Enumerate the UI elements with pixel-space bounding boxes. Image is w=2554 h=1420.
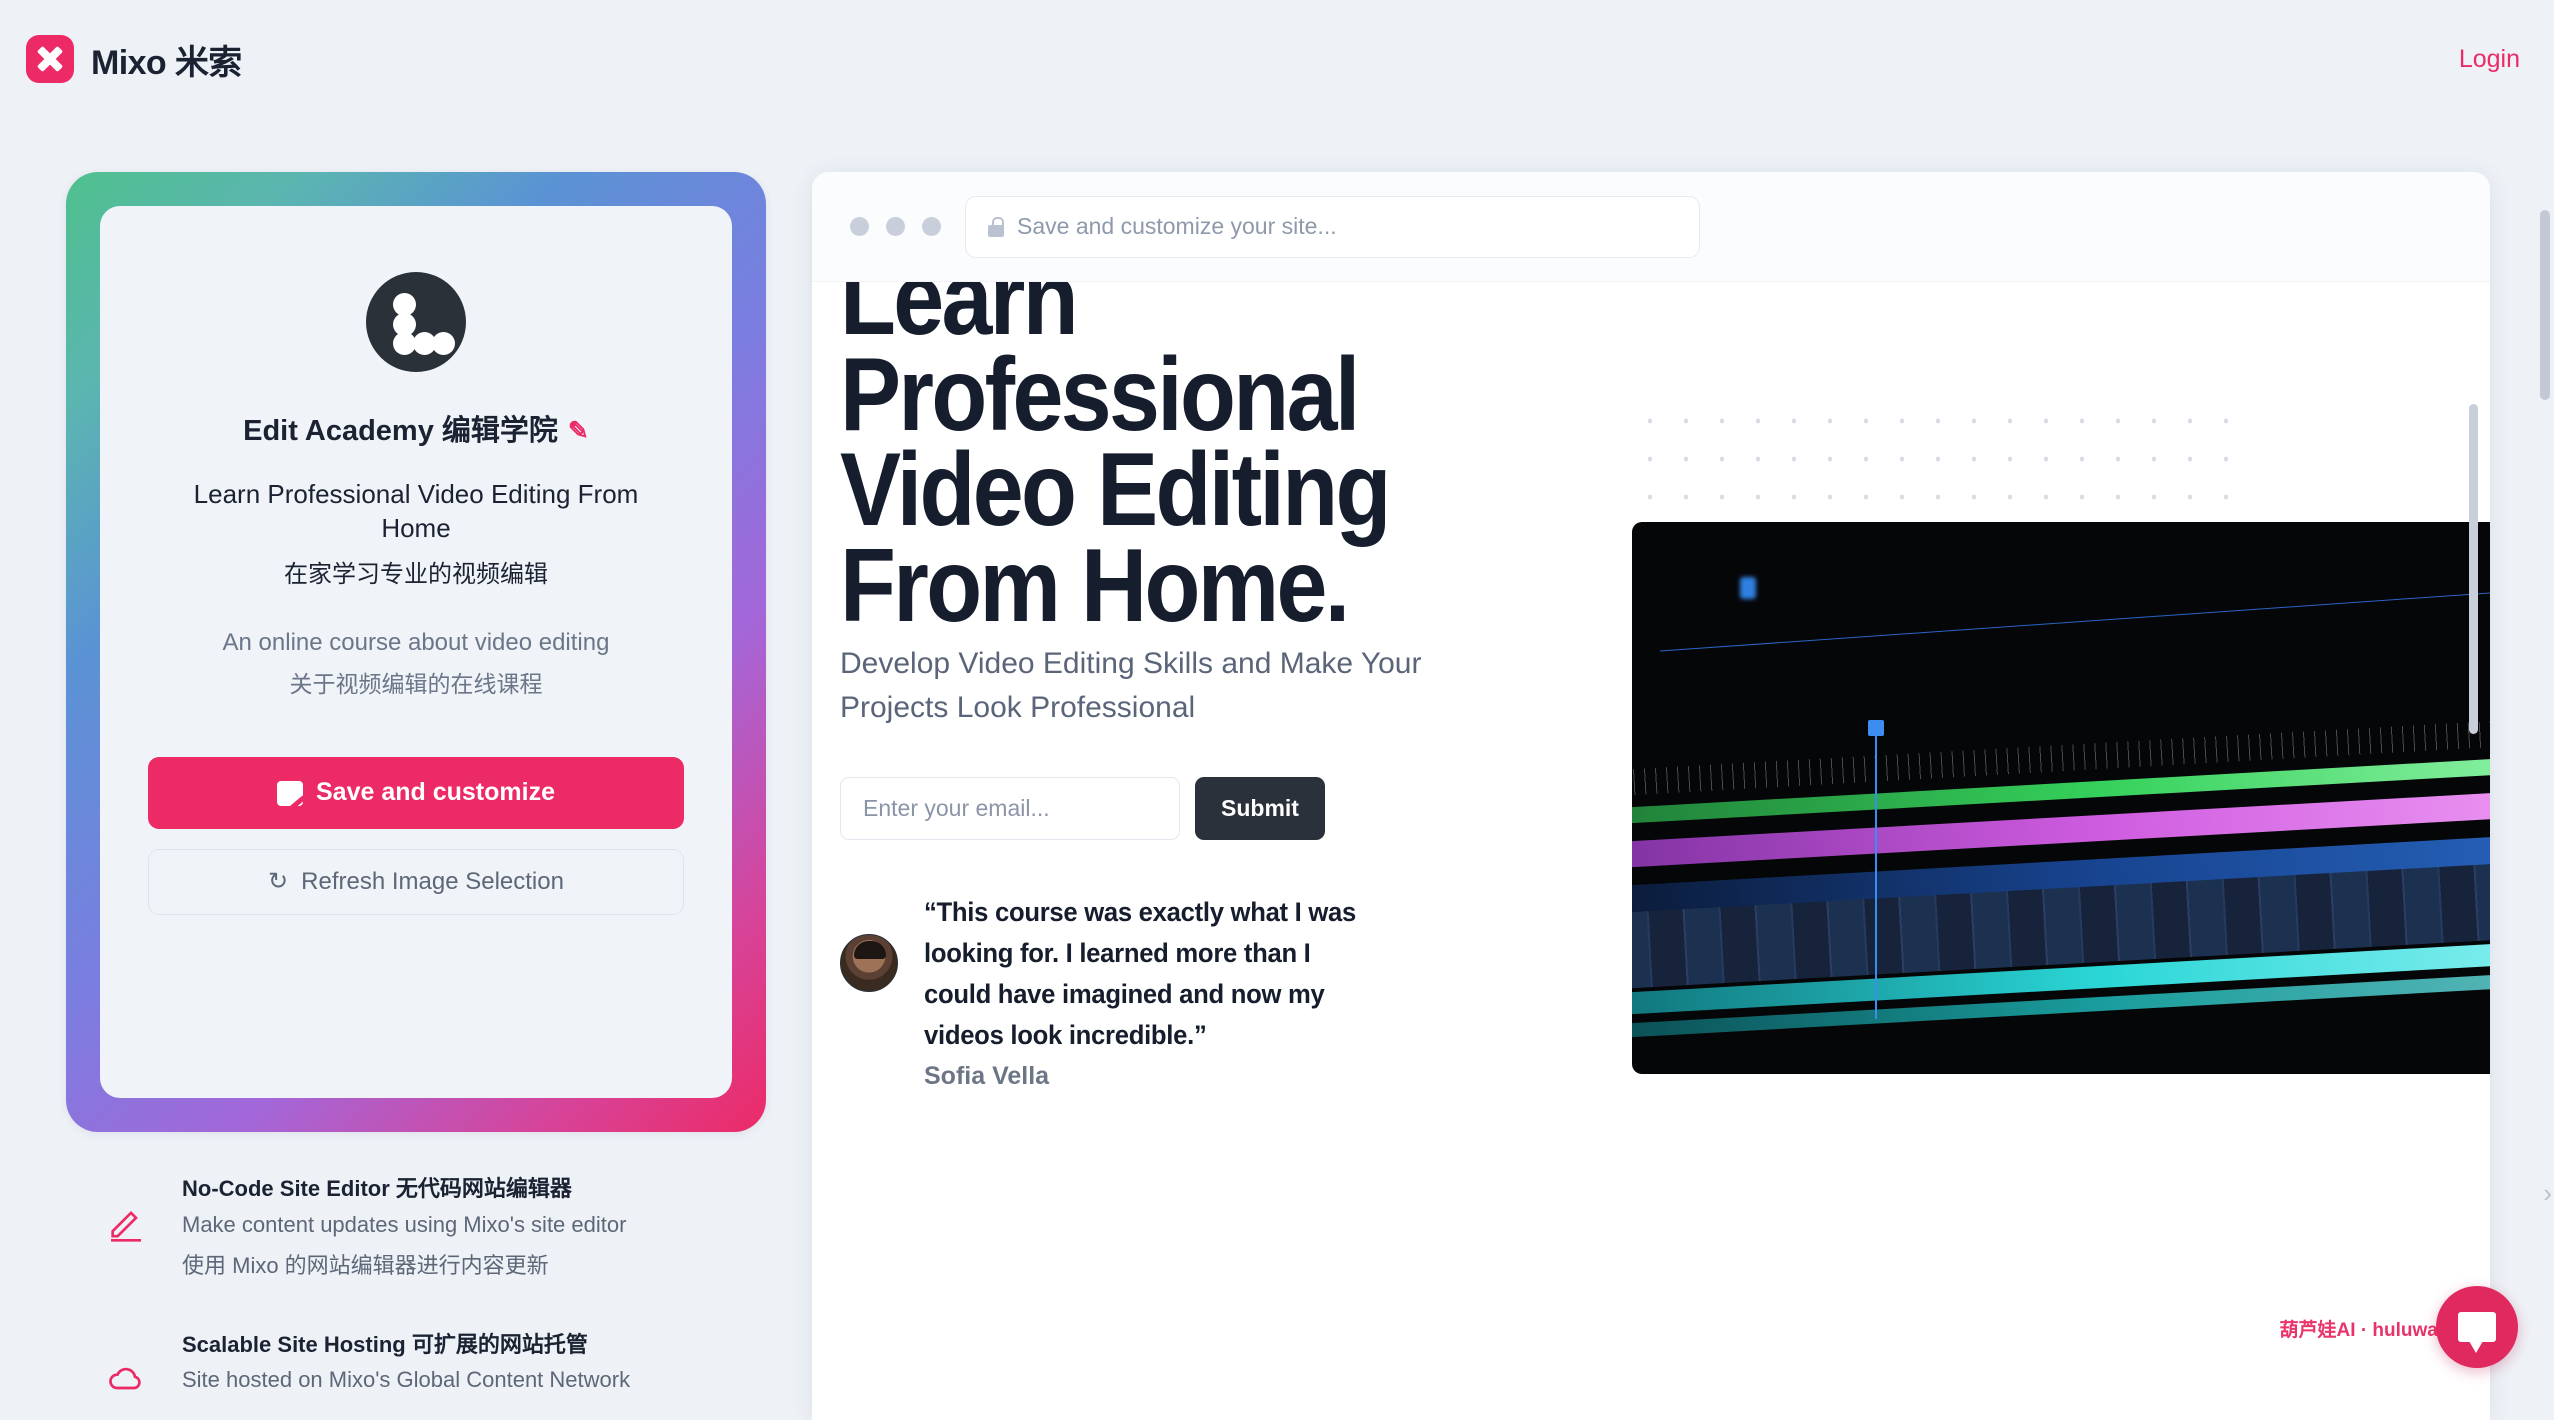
watermark: 葫芦娃AI · huluwa.ai — [2279, 1320, 2459, 1341]
site-subheadline: An online course about video editing — [222, 628, 610, 656]
chat-bubble-icon — [2458, 1312, 2496, 1353]
testimonial-quote: “This course was exactly what I was look… — [924, 897, 1356, 1051]
feature-title: Scalable Site Hosting 可扩展的网站托管 — [182, 1331, 588, 1357]
traffic-light-close[interactable] — [850, 217, 869, 236]
pencil-icon[interactable]: ✎ — [568, 418, 589, 444]
x-mark-icon — [26, 35, 74, 83]
feature-list: No-Code Site Editor 无代码网站编辑器 Make conten… — [66, 1174, 766, 1403]
email-signup-form: Submit — [840, 777, 1325, 840]
site-card-inner: Edit Academy 编辑学院 ✎ Learn Professional V… — [100, 206, 732, 1098]
submit-button[interactable]: Submit — [1195, 777, 1325, 840]
site-headline-cn: 在家学习专业的视频编辑 — [284, 560, 548, 588]
list-item: Scalable Site Hosting 可扩展的网站托管 Site host… — [106, 1330, 766, 1403]
app-root: Mixo 米索 Login Edit Academy 编辑学院 ✎ Learn … — [0, 0, 2554, 1420]
hero-subheading: Develop Video Editing Skills and Make Yo… — [840, 647, 1422, 724]
lock-icon — [988, 216, 1004, 237]
site-headline: Learn Professional Video Editing From Ho… — [193, 478, 639, 544]
url-text: Save and customize your site... — [1017, 213, 1337, 239]
feature-desc: Site hosted on Mixo's Global Content Net… — [182, 1367, 631, 1393]
save-and-customize-button[interactable]: Save and customize — [148, 756, 684, 829]
site-title-row[interactable]: Edit Academy 编辑学院 ✎ — [243, 414, 589, 449]
save-edit-icon — [277, 780, 303, 806]
hero-heading: Learn Professional Video Editing From Ho… — [840, 282, 1391, 645]
save-button-label: Save and customize — [316, 778, 555, 807]
login-link[interactable]: Login — [2459, 45, 2520, 74]
testimonial: “This course was exactly what I was look… — [840, 892, 1600, 1091]
site-subheadline-cn: 关于视频编辑的在线课程 — [289, 670, 543, 697]
chat-widget-button[interactable] — [2436, 1286, 2518, 1368]
refresh-button-label: Refresh Image Selection — [301, 867, 564, 895]
preview-scrollbar[interactable] — [2469, 404, 2478, 734]
traffic-lights — [842, 217, 941, 236]
avatar — [840, 934, 898, 992]
hero-image — [1632, 522, 2490, 1074]
browser-chrome: Save and customize your site... — [812, 172, 2490, 282]
traffic-light-maximize[interactable] — [922, 217, 941, 236]
brand-name: Mixo 米索 — [91, 43, 242, 82]
site-preview-card: Edit Academy 编辑学院 ✎ Learn Professional V… — [66, 172, 766, 1132]
preview-viewport: Learn Professional Video Editing From Ho… — [812, 282, 2490, 1420]
feature-desc-cn: 使用 Mixo 的网站编辑器进行内容更新 — [182, 1252, 549, 1278]
testimonial-author: Sofia Vella — [924, 1062, 1050, 1091]
refresh-arrow-icon: ↻ — [268, 868, 289, 896]
left-column: Edit Academy 编辑学院 ✎ Learn Professional V… — [66, 172, 766, 1420]
email-field[interactable] — [840, 777, 1180, 840]
traffic-light-minimize[interactable] — [886, 217, 905, 236]
dots-logo-icon — [366, 272, 466, 372]
feature-title: No-Code Site Editor 无代码网站编辑器 — [182, 1176, 572, 1201]
url-bar[interactable]: Save and customize your site... — [965, 195, 1700, 258]
page-scrollbar[interactable] — [2540, 210, 2550, 400]
pencil-icon — [106, 1174, 152, 1247]
chevron-right-icon[interactable]: › — [2543, 1178, 2552, 1209]
browser-preview: Save and customize your site... Learn Pr… — [812, 172, 2490, 1420]
feature-desc: Make content updates using Mixo's site e… — [182, 1211, 627, 1237]
list-item: No-Code Site Editor 无代码网站编辑器 Make conten… — [106, 1174, 766, 1282]
top-bar: Mixo 米索 Login — [0, 0, 2554, 118]
site-title: Edit Academy 编辑学院 — [243, 415, 558, 447]
refresh-image-selection-button[interactable]: ↻ Refresh Image Selection — [148, 848, 684, 915]
cloud-icon — [106, 1330, 152, 1403]
brand[interactable]: Mixo 米索 — [26, 35, 242, 84]
